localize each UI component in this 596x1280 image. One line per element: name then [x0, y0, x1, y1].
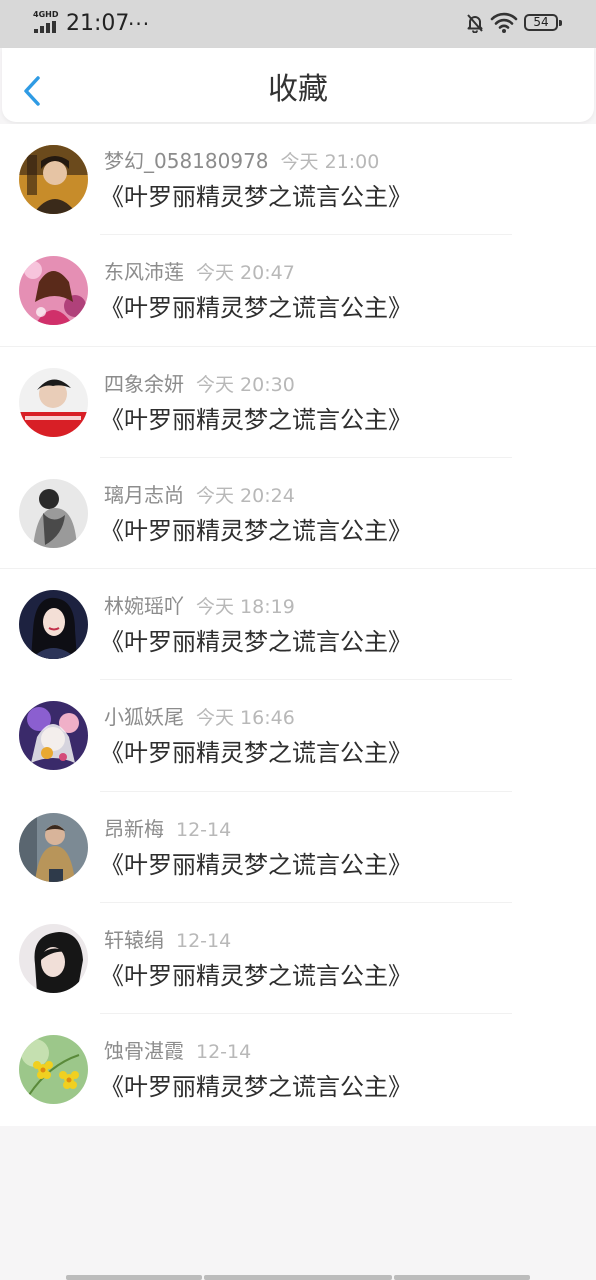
wifi-icon	[490, 12, 518, 34]
favorites-list: 梦幻_058180978 今天 21:00 《叶罗丽精灵梦之谎言公主》 东风沛莲今…	[0, 124, 596, 1126]
list-item[interactable]: 轩辕绢 12-14 《叶罗丽精灵梦之谎言公主》	[0, 903, 596, 1015]
list-item[interactable]: 璃月志尚 今天 20:24 《叶罗丽精灵梦之谎言公主》	[0, 458, 596, 570]
username[interactable]: 轩辕绢	[104, 928, 164, 952]
username[interactable]: 东风沛莲	[104, 260, 184, 284]
avatar[interactable]	[19, 1035, 88, 1105]
book-title[interactable]: 《叶罗丽精灵梦之谎言公主》	[100, 1070, 412, 1104]
username[interactable]: 小狐妖尾	[104, 705, 184, 729]
book-title[interactable]: 《叶罗丽精灵梦之谎言公主》	[100, 514, 412, 548]
avatar[interactable]	[19, 701, 88, 771]
book-title[interactable]: 《叶罗丽精灵梦之谎言公主》	[100, 736, 412, 770]
timestamp: 12-14	[176, 930, 232, 953]
timestamp: 12-14	[176, 818, 232, 841]
username[interactable]: 梦幻_058180978	[104, 149, 269, 173]
list-item[interactable]: 东风沛莲 今天 20:47 《叶罗丽精灵梦之谎言公主》	[0, 235, 596, 347]
book-title[interactable]: 《叶罗丽精灵梦之谎言公主》	[100, 848, 412, 882]
avatar[interactable]	[19, 812, 88, 882]
avatar[interactable]	[19, 478, 88, 548]
network-type: 4GHD	[33, 10, 59, 19]
avatar[interactable]	[19, 367, 88, 437]
timestamp: 今天 18:19	[196, 596, 295, 619]
timestamp: 今天 16:46	[196, 707, 295, 730]
list-item[interactable]: 昂新梅 12-14 《叶罗丽精灵梦之谎言公主》	[0, 792, 596, 904]
book-title[interactable]: 《叶罗丽精灵梦之谎言公主》	[100, 959, 412, 993]
status-time: 21:07	[66, 11, 130, 36]
username[interactable]: 林婉瑶吖	[104, 594, 184, 618]
timestamp: 今天 20:24	[196, 484, 295, 507]
avatar[interactable]	[19, 256, 88, 326]
book-title[interactable]: 《叶罗丽精灵梦之谎言公主》	[100, 291, 412, 325]
list-item[interactable]: 梦幻_058180978 今天 21:00 《叶罗丽精灵梦之谎言公主》	[0, 124, 596, 236]
page-title: 收藏	[268, 72, 328, 107]
list-item[interactable]: 蚀骨湛霞 12-14 《叶罗丽精灵梦之谎言公主》	[0, 1014, 596, 1125]
bell-muted-icon	[466, 13, 484, 34]
username[interactable]: 蚀骨湛霞	[104, 1039, 184, 1063]
avatar[interactable]	[19, 145, 88, 214]
list-item[interactable]: 四象余妍 今天 20:30 《叶罗丽精灵梦之谎言公主》	[0, 347, 596, 459]
book-title[interactable]: 《叶罗丽精灵梦之谎言公主》	[100, 403, 412, 437]
home-indicator	[394, 1275, 530, 1280]
home-indicator	[66, 1275, 202, 1280]
avatar[interactable]	[19, 924, 88, 994]
signal-icon	[34, 21, 58, 33]
list-item[interactable]: 小狐妖尾 今天 16:46 《叶罗丽精灵梦之谎言公主》	[0, 680, 596, 793]
timestamp: 今天 21:00	[280, 151, 380, 173]
username[interactable]: 璃月志尚	[104, 483, 184, 507]
book-title[interactable]: 《叶罗丽精灵梦之谎言公主》	[100, 180, 412, 214]
username[interactable]: 四象余妍	[104, 372, 184, 396]
book-title[interactable]: 《叶罗丽精灵梦之谎言公主》	[100, 625, 412, 659]
home-indicator	[204, 1275, 392, 1280]
timestamp: 今天 20:47	[196, 262, 295, 285]
list-item[interactable]: 林婉瑶吖 今天 18:19 《叶罗丽精灵梦之谎言公主》	[0, 569, 596, 681]
timestamp: 12-14	[196, 1041, 252, 1064]
avatar[interactable]	[19, 590, 88, 660]
timestamp: 今天 20:30	[196, 373, 295, 396]
username[interactable]: 昂新梅	[104, 817, 164, 841]
status-bar: 4GHD 21:07 ··· 54	[0, 0, 596, 48]
nav-bar: 收藏	[2, 48, 594, 122]
more-notifications-icon: ···	[128, 12, 151, 36]
battery-icon: 54	[524, 14, 562, 31]
